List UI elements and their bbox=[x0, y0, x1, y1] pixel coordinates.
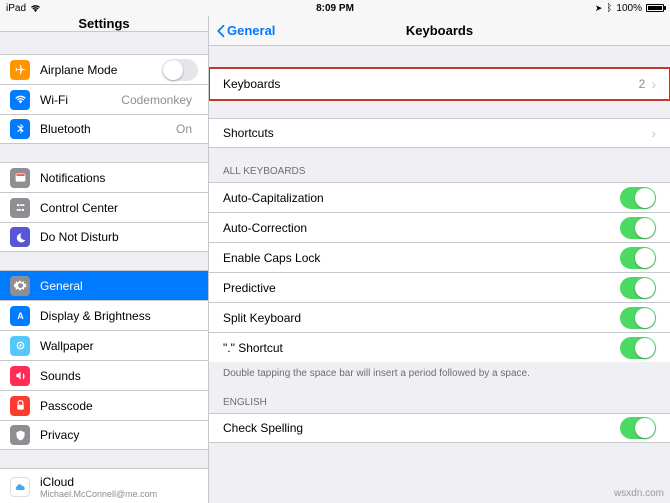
predictive-toggle[interactable] bbox=[620, 277, 656, 299]
control-center-icon bbox=[10, 198, 30, 218]
auto-corr-row[interactable]: Auto-Correction bbox=[209, 212, 670, 242]
detail-title: Keyboards bbox=[406, 23, 473, 38]
predictive-row[interactable]: Predictive bbox=[209, 272, 670, 302]
dnd-icon bbox=[10, 227, 30, 247]
sounds-label: Sounds bbox=[40, 369, 198, 383]
auto-cap-label: Auto-Capitalization bbox=[223, 191, 620, 205]
wifi-settings-icon bbox=[10, 90, 30, 110]
group-footer-all: Double tapping the space bar will insert… bbox=[209, 362, 670, 379]
sidebar-item-icloud[interactable]: iCloud Michael.McConnell@me.com bbox=[0, 468, 208, 503]
split-kb-toggle[interactable] bbox=[620, 307, 656, 329]
keyboards-value: 2 bbox=[639, 77, 646, 91]
auto-corr-toggle[interactable] bbox=[620, 217, 656, 239]
control-center-label: Control Center bbox=[40, 201, 198, 215]
svg-text:A: A bbox=[17, 311, 24, 321]
passcode-icon bbox=[10, 396, 30, 416]
shortcuts-row[interactable]: Shortcuts › bbox=[209, 118, 670, 148]
airplane-icon bbox=[10, 60, 30, 80]
auto-cap-row[interactable]: Auto-Capitalization bbox=[209, 182, 670, 212]
caps-lock-label: Enable Caps Lock bbox=[223, 251, 620, 265]
general-icon bbox=[10, 276, 30, 296]
location-icon: ➤ bbox=[595, 3, 603, 14]
sidebar-item-airplane[interactable]: Airplane Mode bbox=[0, 54, 208, 84]
sounds-icon bbox=[10, 366, 30, 386]
split-kb-row[interactable]: Split Keyboard bbox=[209, 302, 670, 332]
auto-cap-toggle[interactable] bbox=[620, 187, 656, 209]
sidebar-item-passcode[interactable]: Passcode bbox=[0, 390, 208, 420]
group-header-all: ALL KEYBOARDS bbox=[209, 166, 670, 182]
keyboards-label: Keyboards bbox=[223, 77, 639, 91]
period-shortcut-toggle[interactable] bbox=[620, 337, 656, 359]
auto-corr-label: Auto-Correction bbox=[223, 221, 620, 235]
sidebar-item-general[interactable]: General bbox=[0, 270, 208, 300]
caps-lock-row[interactable]: Enable Caps Lock bbox=[209, 242, 670, 272]
chevron-right-icon: › bbox=[651, 125, 656, 141]
period-shortcut-label: "." Shortcut bbox=[223, 341, 620, 355]
notifications-icon bbox=[10, 168, 30, 188]
display-label: Display & Brightness bbox=[40, 309, 198, 323]
shortcuts-label: Shortcuts bbox=[223, 126, 651, 140]
watermark: wsxdn.com bbox=[614, 488, 664, 499]
general-label: General bbox=[40, 279, 198, 293]
check-spelling-row[interactable]: Check Spelling bbox=[209, 413, 670, 443]
sidebar-item-wallpaper[interactable]: Wallpaper bbox=[0, 330, 208, 360]
icloud-icon bbox=[10, 477, 30, 497]
privacy-label: Privacy bbox=[40, 428, 198, 442]
sidebar-item-control-center[interactable]: Control Center bbox=[0, 192, 208, 222]
check-spelling-label: Check Spelling bbox=[223, 421, 620, 435]
airplane-label: Airplane Mode bbox=[40, 63, 162, 77]
check-spelling-toggle[interactable] bbox=[620, 417, 656, 439]
notifications-label: Notifications bbox=[40, 171, 198, 185]
passcode-label: Passcode bbox=[40, 399, 198, 413]
sidebar-item-bluetooth[interactable]: Bluetooth On bbox=[0, 114, 208, 144]
caps-lock-toggle[interactable] bbox=[620, 247, 656, 269]
sidebar-item-notifications[interactable]: Notifications bbox=[0, 162, 208, 192]
sidebar-item-privacy[interactable]: Privacy bbox=[0, 420, 208, 450]
bluetooth-icon: ᛒ bbox=[606, 3, 612, 14]
sidebar-item-display[interactable]: A Display & Brightness bbox=[0, 300, 208, 330]
bluetooth-value: On bbox=[176, 122, 192, 136]
dnd-label: Do Not Disturb bbox=[40, 230, 198, 244]
airplane-toggle[interactable] bbox=[162, 59, 198, 81]
privacy-icon bbox=[10, 425, 30, 445]
icloud-label: iCloud Michael.McConnell@me.com bbox=[40, 475, 198, 499]
sidebar-item-dnd[interactable]: Do Not Disturb bbox=[0, 222, 208, 252]
sidebar-title: Settings bbox=[0, 16, 208, 32]
wallpaper-label: Wallpaper bbox=[40, 339, 198, 353]
wifi-label: Wi-Fi bbox=[40, 93, 121, 107]
sidebar-item-wifi[interactable]: Wi-Fi Codemonkey bbox=[0, 84, 208, 114]
wifi-value: Codemonkey bbox=[121, 93, 192, 107]
status-time: 8:09 PM bbox=[316, 3, 354, 14]
keyboards-row[interactable]: Keyboards 2 › bbox=[209, 68, 670, 100]
wifi-icon bbox=[30, 4, 41, 12]
wallpaper-icon bbox=[10, 336, 30, 356]
period-shortcut-row[interactable]: "." Shortcut bbox=[209, 332, 670, 362]
display-icon: A bbox=[10, 306, 30, 326]
sidebar-item-sounds[interactable]: Sounds bbox=[0, 360, 208, 390]
battery-icon bbox=[646, 4, 664, 12]
predictive-label: Predictive bbox=[223, 281, 620, 295]
bluetooth-settings-icon bbox=[10, 119, 30, 139]
battery-pct: 100% bbox=[616, 3, 642, 14]
chevron-left-icon bbox=[215, 24, 225, 38]
back-label: General bbox=[227, 23, 275, 38]
group-header-english: ENGLISH bbox=[209, 397, 670, 413]
chevron-right-icon: › bbox=[651, 76, 656, 92]
split-kb-label: Split Keyboard bbox=[223, 311, 620, 325]
bluetooth-label: Bluetooth bbox=[40, 122, 176, 136]
status-carrier: iPad bbox=[6, 3, 26, 14]
back-button[interactable]: General bbox=[215, 23, 275, 38]
